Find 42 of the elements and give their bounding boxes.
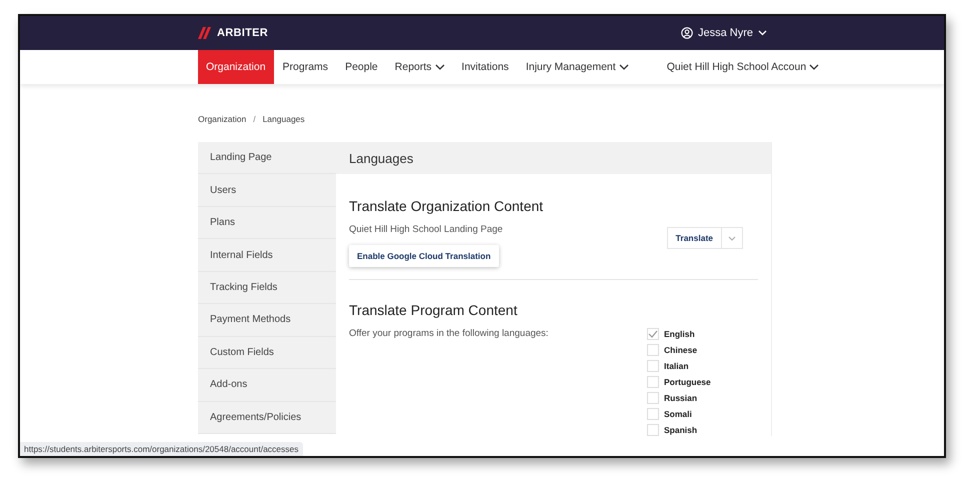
current-page-label: Languages [262, 114, 305, 126]
nav-tab[interactable]: Reports [386, 50, 453, 84]
logo-icon [198, 27, 212, 39]
language-checkbox[interactable] [647, 424, 659, 436]
language-label: Chinese [664, 345, 698, 355]
language-checkbox[interactable] [647, 328, 659, 340]
language-checkbox[interactable] [647, 344, 659, 356]
nav-tab[interactable]: Quiet Hill High School Accoun [658, 50, 828, 84]
language-label: Spanish [664, 425, 698, 435]
language-label: Russian [664, 393, 698, 403]
user-menu[interactable]: Jessa Nyre [680, 27, 767, 39]
panel-title: Languages [336, 142, 771, 174]
translate-button[interactable]: Translate [666, 227, 721, 249]
chevron-down-icon [434, 64, 445, 70]
language-checkbox[interactable] [647, 376, 659, 388]
chevron-down-icon [728, 236, 736, 240]
chevron-down-icon [618, 64, 629, 70]
dropdown-toggle[interactable] [721, 227, 743, 249]
language-label: English [664, 329, 695, 339]
enable-translation-button[interactable]: Enable Google Cloud Translation [349, 245, 499, 267]
nav-tab[interactable]: People [337, 50, 386, 84]
section-heading: Translate Program Content [349, 302, 518, 318]
user-icon [680, 27, 693, 39]
page-name: Quiet Hill High School Landing Page [349, 224, 503, 235]
nav-tab[interactable]: Invitations [454, 50, 517, 84]
chevron-down-icon [758, 30, 767, 36]
status-url: https://students.arbitersports.com/organizations/20548/account/accesses [20, 442, 303, 456]
language-checkbox[interactable] [647, 360, 659, 372]
language-label: Italian [664, 361, 689, 371]
language-checkbox[interactable] [647, 408, 659, 420]
section-heading: Translate Organization Content [349, 198, 544, 214]
language-checkbox[interactable] [647, 392, 659, 404]
nav-tab[interactable]: Organization [198, 50, 274, 84]
description-text: Offer your programs in the following languages: [349, 328, 548, 341]
breadcrumb-link[interactable]: Organization [198, 114, 246, 128]
language-label: Somali [664, 409, 692, 419]
nav-tab[interactable]: Injury Management [518, 50, 637, 84]
breadcrumb-separator: / [253, 114, 256, 126]
brand-name: ARBITER [217, 27, 268, 39]
chevron-down-icon [809, 64, 820, 70]
nav-tab[interactable]: Programs [274, 50, 336, 84]
language-label: Portuguese [664, 377, 711, 387]
